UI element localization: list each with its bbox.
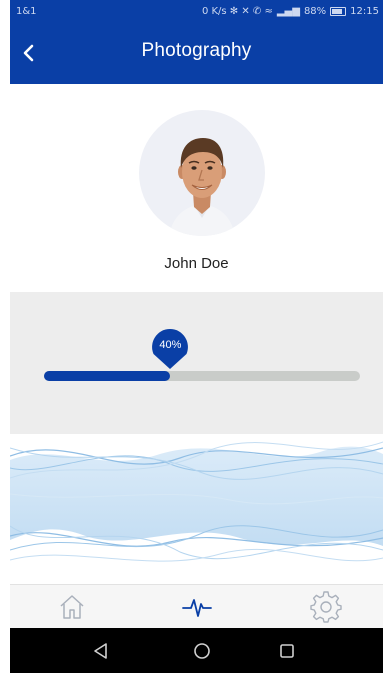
nav-home-button[interactable] <box>56 591 88 623</box>
status-bar: 1&1 0 K/s ✻ ✕ ✆ ≈ ▂▄▆ 88% 12:15 <box>10 0 383 22</box>
slider-value-label: 40% <box>159 339 182 351</box>
slider-panel: 40% <box>10 292 383 434</box>
recents-square-icon <box>280 644 294 658</box>
wave-graphic <box>10 441 383 562</box>
home-icon <box>60 595 84 619</box>
clock: 12:15 <box>350 5 379 17</box>
system-navigation-bar <box>10 628 383 673</box>
signal-icon: ▂▄▆ <box>276 5 300 17</box>
phone-screen: 1&1 0 K/s ✻ ✕ ✆ ≈ ▂▄▆ 88% 12:15 Photogra… <box>10 0 383 673</box>
system-home-button[interactable] <box>191 640 213 662</box>
user-name: John Doe <box>164 255 229 272</box>
battery-percent: 88% <box>303 5 327 17</box>
network-indicators: 0 K/s ✻ ✕ ✆ ≈ <box>201 5 273 17</box>
status-indicators: 0 K/s ✻ ✕ ✆ ≈ ▂▄▆ 88% 12:15 <box>202 6 379 17</box>
slider-fill <box>44 371 171 381</box>
system-back-button[interactable] <box>90 640 112 662</box>
nav-settings-button[interactable] <box>310 591 342 623</box>
nav-activity-button[interactable] <box>181 591 213 623</box>
app-bar: Photography <box>10 22 383 84</box>
slider-value-bubble[interactable]: 40% <box>152 329 189 369</box>
gear-icon <box>310 591 342 623</box>
bottom-navigation <box>10 584 383 629</box>
pulse-icon <box>182 599 212 617</box>
home-circle-icon <box>194 643 210 659</box>
page-title: Photography <box>141 40 252 61</box>
battery-icon <box>330 6 347 16</box>
system-recents-button[interactable] <box>276 640 298 662</box>
avatar[interactable] <box>139 110 265 236</box>
profile-section: John Doe <box>10 84 383 292</box>
slider-track[interactable] <box>44 371 360 381</box>
carrier-label: 1&1 <box>16 5 37 17</box>
back-triangle-icon <box>94 643 107 659</box>
user-photo <box>169 138 235 236</box>
wave-visualization <box>10 434 383 584</box>
